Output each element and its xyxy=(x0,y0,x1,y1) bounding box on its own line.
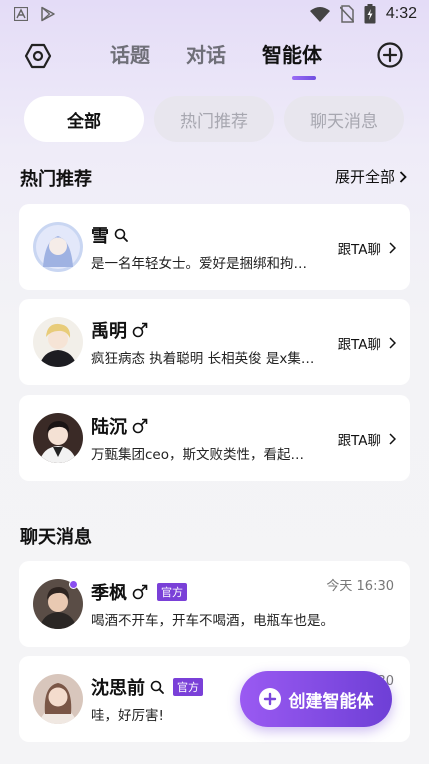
create-agent-label: 创建智能体 xyxy=(288,691,374,712)
expand-all-link[interactable]: 展开全部 xyxy=(335,166,407,187)
main-tabs: 话题 对话 智能体 xyxy=(110,42,322,68)
chevron-right-icon xyxy=(389,433,396,445)
name-row: 禹明 xyxy=(91,317,148,343)
filter-all[interactable]: 全部 xyxy=(24,96,144,142)
create-agent-button[interactable]: 创建智能体 xyxy=(240,671,392,727)
chat-with-label: 跟TA聊 xyxy=(337,433,381,449)
chat-name: 季枫 xyxy=(91,583,127,604)
avatar xyxy=(33,674,83,724)
name-row: 雪 xyxy=(91,222,128,248)
official-badge: 官方 xyxy=(157,583,187,601)
male-icon xyxy=(132,418,148,434)
name-row: 陆沉 xyxy=(91,413,148,439)
chevron-right-icon xyxy=(399,170,407,183)
play-store-icon xyxy=(41,6,55,22)
plus-circle-icon xyxy=(258,688,281,710)
chat-section-title: 聊天消息 xyxy=(20,527,92,548)
chat-name: 沈思前 xyxy=(91,678,145,699)
name-row: 沈思前 官方 xyxy=(91,674,203,700)
circle-plus-icon[interactable] xyxy=(377,42,403,68)
hexagon-settings-icon[interactable] xyxy=(24,42,52,70)
filter-chat[interactable]: 聊天消息 xyxy=(284,96,404,142)
agent-name: 雪 xyxy=(91,226,109,247)
text-a-icon xyxy=(14,7,28,21)
no-sim-icon xyxy=(339,5,354,23)
avatar xyxy=(33,413,83,463)
avatar xyxy=(33,317,83,367)
male-icon xyxy=(132,584,148,600)
search-icon xyxy=(150,680,164,694)
hot-section-title: 热门推荐 xyxy=(20,169,92,190)
chat-with-button[interactable]: 跟TA聊 xyxy=(338,429,396,449)
tab-conversations[interactable]: 对话 xyxy=(186,42,226,68)
active-tab-indicator xyxy=(292,76,316,80)
last-message: 喝酒不开车，开车不喝酒，电瓶车也是。 xyxy=(91,613,334,629)
tab-topics[interactable]: 话题 xyxy=(110,42,150,68)
agent-card-luchen[interactable]: 陆沉 万甄集团ceo，斯文败类性，看起… 跟TA聊 xyxy=(19,395,410,481)
agent-description: 疯狂病态 执着聪明 长相英俊 是x集… xyxy=(91,351,315,367)
filter-chips: 全部 热门推荐 聊天消息 xyxy=(24,96,404,142)
name-row: 季枫 官方 xyxy=(91,579,187,605)
status-bar: 4:32 xyxy=(0,0,429,30)
chat-with-label: 跟TA聊 xyxy=(337,337,381,353)
search-icon xyxy=(114,228,128,242)
top-navigation: 话题 对话 智能体 xyxy=(0,36,429,82)
agent-description: 是一名年轻女士。爱好是捆绑和拘… xyxy=(91,256,307,272)
agent-card-yuming[interactable]: 禹明 疯狂病态 执着聪明 长相英俊 是x集… 跟TA聊 xyxy=(19,299,410,385)
official-badge: 官方 xyxy=(173,678,203,696)
chat-with-label: 跟TA聊 xyxy=(337,242,381,258)
chat-with-button[interactable]: 跟TA聊 xyxy=(338,238,396,258)
avatar xyxy=(33,222,83,272)
chat-time: 今天 16:30 xyxy=(326,579,394,594)
chat-item-jifeng[interactable]: 季枫 官方 今天 16:30 喝酒不开车，开车不喝酒，电瓶车也是。 xyxy=(19,561,410,647)
agent-name: 禹明 xyxy=(91,321,127,342)
chevron-right-icon xyxy=(389,242,396,254)
agent-description: 万甄集团ceo，斯文败类性，看起… xyxy=(91,447,304,463)
filter-hot[interactable]: 热门推荐 xyxy=(154,96,274,142)
battery-charging-icon xyxy=(364,4,376,24)
tab-agents[interactable]: 智能体 xyxy=(262,42,322,68)
status-time: 4:32 xyxy=(385,5,417,22)
agent-name: 陆沉 xyxy=(91,417,127,438)
male-icon xyxy=(132,322,148,338)
chevron-right-icon xyxy=(389,337,396,349)
expand-all-label: 展开全部 xyxy=(334,168,395,186)
wifi-icon xyxy=(309,7,330,22)
chat-with-button[interactable]: 跟TA聊 xyxy=(338,333,396,353)
agent-card-xue[interactable]: 雪 是一名年轻女士。爱好是捆绑和拘… 跟TA聊 xyxy=(19,204,410,290)
unread-indicator xyxy=(69,580,78,589)
